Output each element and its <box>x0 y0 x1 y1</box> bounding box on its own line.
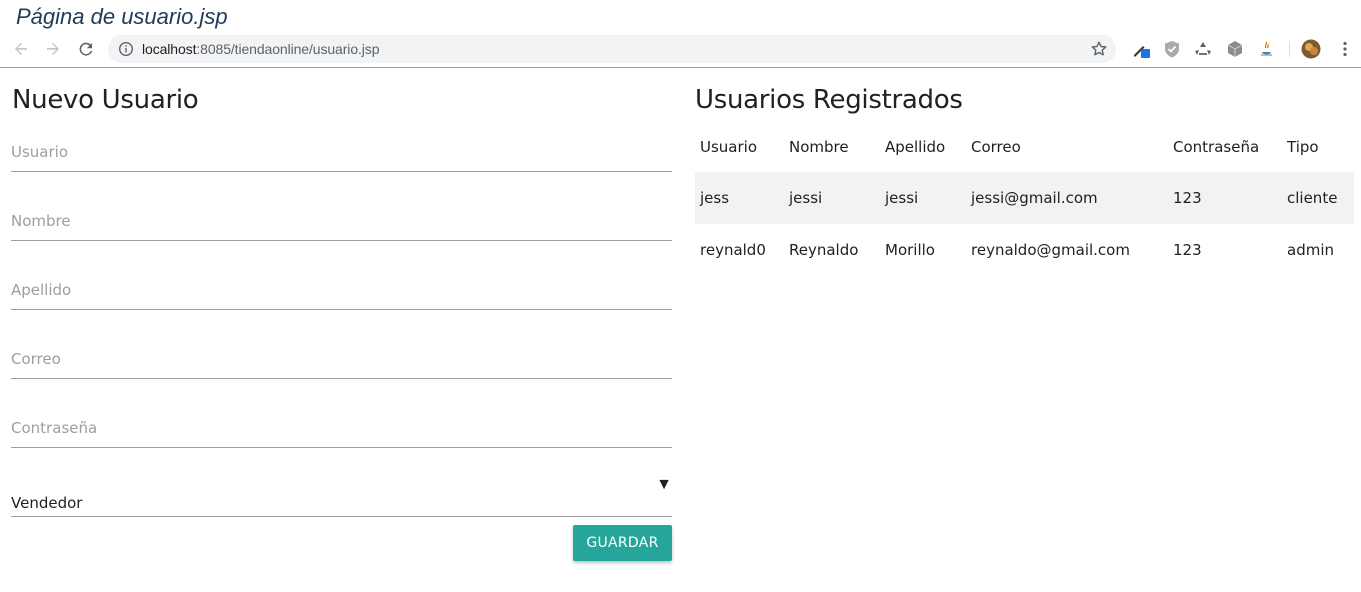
form-heading: Nuevo Usuario <box>12 85 199 115</box>
usuario-field[interactable]: Usuario <box>11 131 672 172</box>
forward-arrow-icon[interactable] <box>42 38 64 60</box>
column-header-contrasena: Contraseña <box>1173 138 1260 156</box>
nombre-placeholder: Nombre <box>11 212 71 230</box>
cell-usuario: jess <box>700 189 730 207</box>
tipo-select[interactable]: Vendedor ▼ <box>11 476 672 517</box>
recycle-extension-icon[interactable] <box>1193 39 1213 59</box>
save-button[interactable]: GUARDAR <box>573 525 672 561</box>
column-header-apellido: Apellido <box>885 138 946 156</box>
star-icon[interactable] <box>1090 40 1108 58</box>
cell-contrasena: 123 <box>1173 189 1202 207</box>
cube-extension-icon[interactable] <box>1225 39 1245 59</box>
cell-nombre: Reynaldo <box>789 241 859 259</box>
table-heading: Usuarios Registrados <box>695 85 963 115</box>
eyedropper-extension-icon[interactable] <box>1131 39 1151 59</box>
table-row: reynald0 Reynaldo Morillo reynaldo@gmail… <box>695 224 1354 276</box>
users-table: Usuario Nombre Apellido Correo Contraseñ… <box>695 122 1354 276</box>
cell-apellido: Morillo <box>885 241 935 259</box>
cell-tipo: admin <box>1287 241 1334 259</box>
table-header-row: Usuario Nombre Apellido Correo Contraseñ… <box>695 122 1354 172</box>
url-path: :8085/tiendaonline/usuario.jsp <box>196 41 380 57</box>
menu-kebab-icon[interactable] <box>1335 39 1355 59</box>
page-title: Página de usuario.jsp <box>16 4 228 29</box>
cell-tipo: cliente <box>1287 189 1338 207</box>
cell-correo: reynaldo@gmail.com <box>971 241 1130 259</box>
tipo-selected-value: Vendedor <box>11 494 83 512</box>
cell-usuario: reynald0 <box>700 241 766 259</box>
shield-extension-icon[interactable] <box>1162 39 1182 59</box>
back-arrow-icon[interactable] <box>10 38 32 60</box>
usuario-placeholder: Usuario <box>11 143 69 161</box>
cell-correo: jessi@gmail.com <box>971 189 1098 207</box>
address-bar[interactable]: localhost:8085/tiendaonline/usuario.jsp <box>108 35 1116 63</box>
correo-placeholder: Correo <box>11 350 61 368</box>
apellido-field[interactable]: Apellido <box>11 269 672 310</box>
java-extension-icon[interactable] <box>1257 39 1277 59</box>
column-header-tipo: Tipo <box>1287 138 1319 156</box>
toolbar-divider <box>1289 41 1290 57</box>
reload-icon[interactable] <box>75 38 97 60</box>
dropdown-caret-icon[interactable]: ▼ <box>656 476 672 494</box>
browser-toolbar: localhost:8085/tiendaonline/usuario.jsp <box>0 32 1361 68</box>
correo-field[interactable]: Correo <box>11 338 672 379</box>
apellido-placeholder: Apellido <box>11 281 72 299</box>
info-icon[interactable] <box>118 41 134 57</box>
column-header-usuario: Usuario <box>700 138 758 156</box>
nombre-field[interactable]: Nombre <box>11 200 672 241</box>
table-row: jess jessi jessi jessi@gmail.com 123 cli… <box>695 172 1354 224</box>
profile-avatar[interactable] <box>1301 39 1321 59</box>
cell-apellido: jessi <box>885 189 919 207</box>
url-text[interactable]: localhost:8085/tiendaonline/usuario.jsp <box>142 41 379 57</box>
contrasena-placeholder: Contraseña <box>11 419 98 437</box>
column-header-correo: Correo <box>971 138 1021 156</box>
contrasena-field[interactable]: Contraseña <box>11 407 672 448</box>
cell-nombre: jessi <box>789 189 823 207</box>
column-header-nombre: Nombre <box>789 138 849 156</box>
cell-contrasena: 123 <box>1173 241 1202 259</box>
url-host: localhost <box>142 41 197 57</box>
